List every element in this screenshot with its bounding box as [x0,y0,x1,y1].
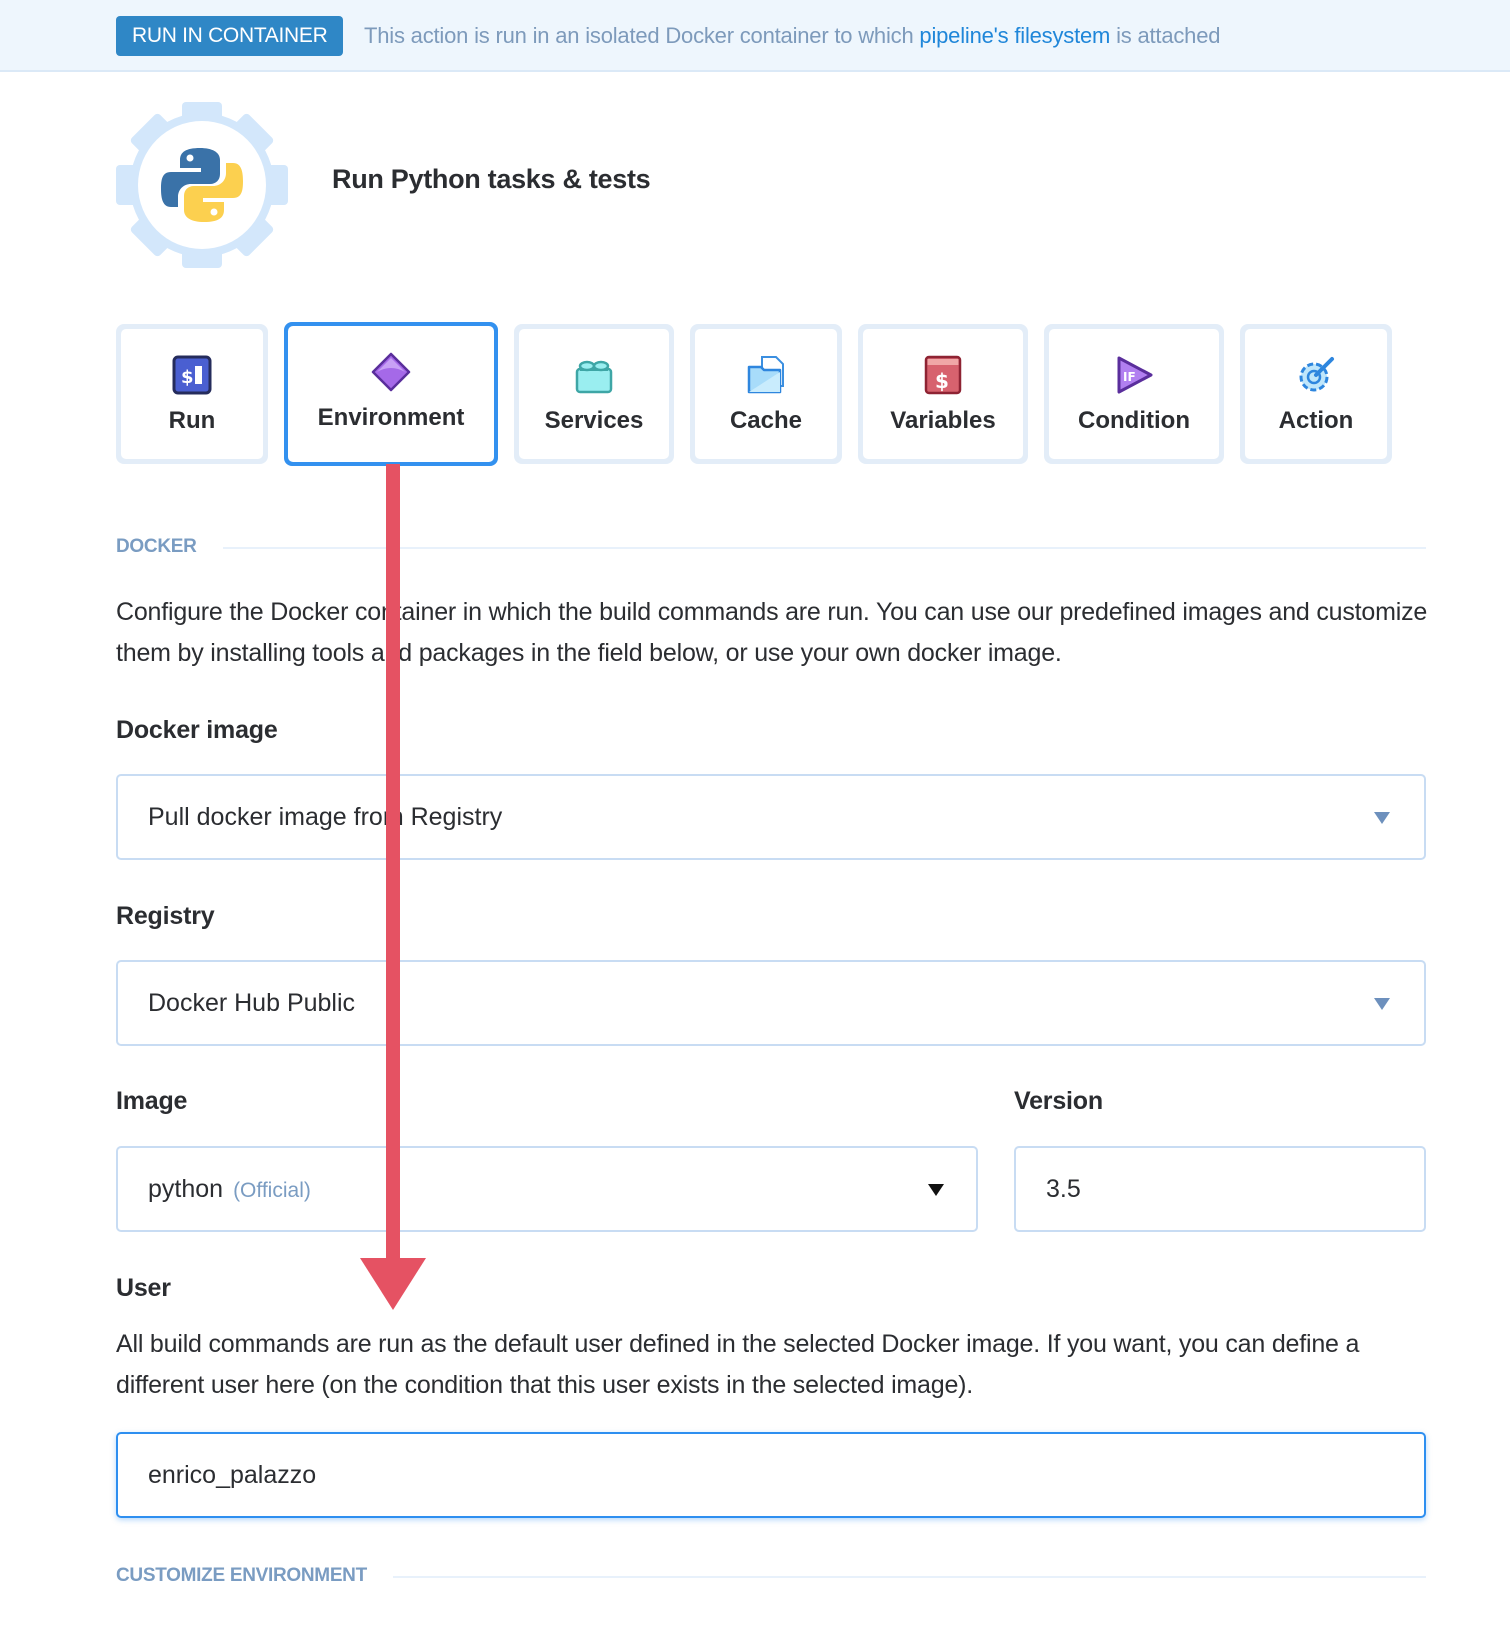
run-in-container-badge: RUN IN CONTAINER [116,16,344,56]
tab-action[interactable]: Action [1240,324,1392,464]
chevron-down-icon [1374,812,1390,824]
terminal-dollar-icon: $ [172,355,212,395]
image-official-tag: (Official) [233,1179,311,1202]
docker-description: Configure the Docker container in which … [116,598,1428,667]
registry-value: Docker Hub Public [148,989,356,1017]
tab-environment[interactable]: Environment [284,322,498,466]
docker-image-select[interactable]: Pull docker image from Registry [116,774,1426,860]
tab-cache[interactable]: Cache [690,324,842,464]
python-gear-icon [116,102,288,268]
registry-label: Registry [116,902,215,930]
tab-label: Condition [1078,407,1190,434]
annotation-arrow-shaft [386,464,400,1260]
section-divider [116,547,1426,549]
if-play-icon: IF [1117,356,1153,394]
docker-section-header: DOCKER [116,533,1426,563]
docker-image-label: Docker image [116,716,278,744]
annotation-arrow-head [360,1258,426,1310]
user-input[interactable]: enrico_palazzo [116,1432,1426,1518]
tab-label: Services [544,407,644,434]
gear-wrench-icon [1299,357,1334,392]
image-select[interactable]: python (Official) [116,1146,978,1232]
tab-condition[interactable]: IF Condition [1044,324,1224,464]
diamond-icon [371,352,411,392]
tab-variables[interactable]: $ Variables [858,324,1028,464]
tab-label: Variables [890,407,996,434]
registry-select[interactable]: Docker Hub Public [116,960,1426,1046]
action-title: Run Python tasks & tests [332,164,651,194]
image-label: Image [116,1087,188,1115]
tab-label: Run [168,407,216,434]
lego-brick-icon [575,360,613,394]
tab-label: Action [1278,407,1354,434]
run-in-container-banner: RUN IN CONTAINER This action is run in a… [0,0,1510,72]
tab-label: Cache [729,407,803,434]
banner-text: This action is run in an isolated Docker… [364,20,1220,52]
version-label: Version [1014,1087,1103,1115]
dollar-box-icon: $ [924,355,962,395]
user-label: User [116,1274,171,1302]
svg-text:IF: IF [1123,370,1136,384]
customize-environment-header: CUSTOMIZE ENVIRONMENT [116,1562,1426,1592]
image-name: python [148,1175,224,1203]
version-input[interactable]: 3.5 [1014,1146,1426,1232]
tab-label: Environment [317,404,465,431]
docker-section-title: DOCKER [116,536,223,558]
user-description: All build commands are run as the defaul… [116,1330,1360,1399]
pipeline-filesystem-link[interactable]: pipeline's filesystem [919,23,1110,48]
banner-text-before: This action is run in an isolated Docker… [364,23,920,48]
tab-services[interactable]: Services [514,324,674,464]
user-value: enrico_palazzo [148,1461,317,1489]
svg-text:$: $ [181,367,194,388]
docker-image-value: Pull docker image from Registry [148,803,503,831]
chevron-down-icon [1374,998,1390,1010]
image-value: python (Official) [148,1171,311,1209]
version-value: 3.5 [1046,1175,1081,1203]
svg-text:$: $ [935,369,949,393]
tab-run[interactable]: $ Run [116,324,268,464]
banner-text-after: is attached [1110,23,1221,48]
customize-environment-title: CUSTOMIZE ENVIRONMENT [116,1565,393,1587]
folder-file-icon [747,356,784,394]
chevron-down-icon [928,1184,944,1196]
